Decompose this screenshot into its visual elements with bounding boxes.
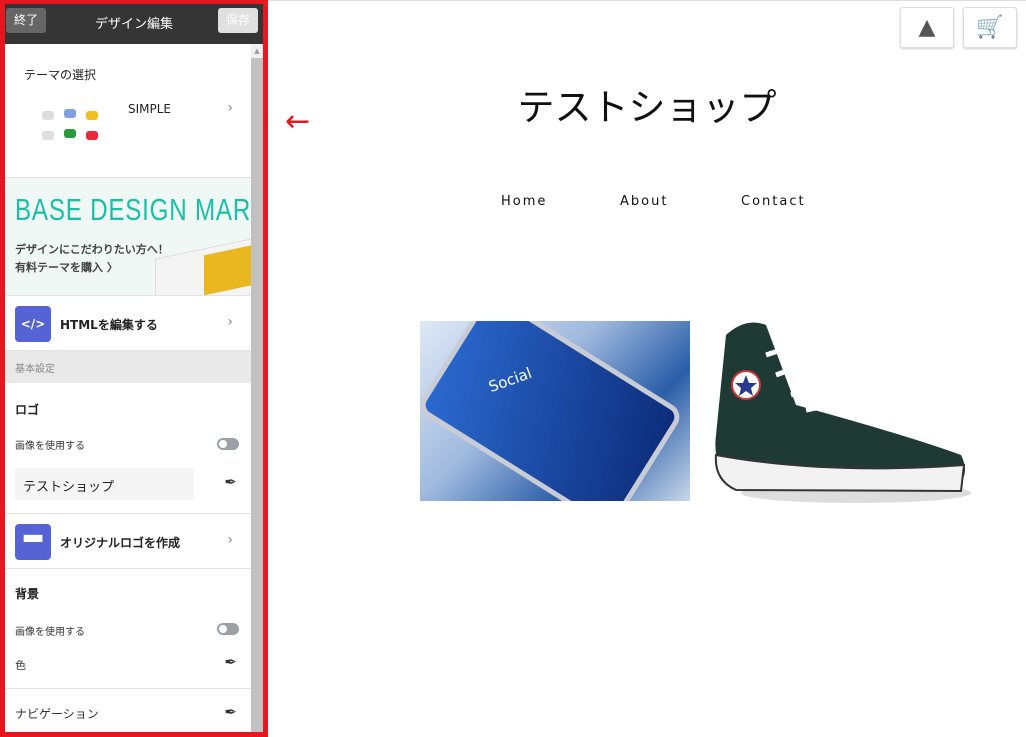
background-use-image-label: 画像を使用する bbox=[15, 627, 85, 638]
background-use-image-toggle[interactable] bbox=[217, 623, 239, 635]
nav-home[interactable]: Home bbox=[501, 194, 547, 209]
code-icon: </> bbox=[15, 306, 51, 342]
original-logo-label: オリジナルロゴを作成 bbox=[60, 536, 181, 550]
background-heading: 背景 bbox=[15, 587, 40, 601]
nav-about[interactable]: About bbox=[620, 194, 668, 209]
eyedropper-icon[interactable]: ✒ bbox=[224, 653, 237, 671]
navigation-heading: ナビゲーション bbox=[15, 707, 99, 721]
cart-icon: 🛒 bbox=[976, 15, 1004, 40]
original-logo-link[interactable]: ▀▀ オリジナルロゴを作成 › bbox=[5, 514, 251, 569]
nav-contact[interactable]: Contact bbox=[741, 194, 806, 209]
logo-use-image-toggle[interactable] bbox=[217, 438, 239, 450]
section-header: 基本設定 bbox=[5, 351, 251, 383]
background-color-label: 色 bbox=[15, 659, 26, 672]
chevron-right-icon: › bbox=[227, 532, 233, 548]
html-edit-label: HTMLを編集する bbox=[60, 318, 158, 332]
eyedropper-icon[interactable]: ✒ bbox=[224, 703, 237, 721]
logo-settings: ロゴ 画像を使用する テストショップ ✒ bbox=[5, 383, 251, 514]
html-edit-link[interactable]: </> HTMLを編集する › bbox=[5, 296, 251, 351]
eyedropper-icon[interactable]: ✒ bbox=[224, 473, 237, 491]
shop-title: テストショップ bbox=[517, 86, 777, 129]
tent-icon-button[interactable]: ▲ bbox=[900, 7, 954, 48]
banner-text: デザインにこだわりたい方へ！ bbox=[15, 243, 169, 256]
banner-title: BASE DESIGN MARKET bbox=[15, 192, 251, 227]
tent-icon: ▲ bbox=[918, 15, 936, 40]
panel-header: 終了 デザイン編集 保存 bbox=[5, 4, 263, 44]
banner-mockup-image bbox=[155, 233, 251, 295]
navigation-settings: ナビゲーション ✒ bbox=[5, 689, 251, 732]
product-image-phone[interactable]: Social bbox=[420, 321, 690, 501]
logo-text-input[interactable]: テストショップ bbox=[15, 468, 194, 500]
save-button[interactable]: 保存 bbox=[218, 8, 258, 33]
flag-icon: ▀▀ bbox=[15, 524, 51, 560]
banner-link[interactable]: 有料テーマを購入 〉 bbox=[15, 259, 118, 275]
scroll-up-icon[interactable]: ▲ bbox=[251, 44, 263, 58]
panel-scrollbar[interactable]: ▲ bbox=[251, 44, 263, 732]
chevron-right-icon: › bbox=[227, 100, 233, 116]
chevron-right-icon: › bbox=[227, 314, 233, 330]
theme-heading: テーマの選択 bbox=[24, 68, 97, 82]
background-settings: 背景 画像を使用する 色 ✒ bbox=[5, 569, 251, 689]
logo-heading: ロゴ bbox=[15, 403, 40, 417]
product-image-sneaker[interactable] bbox=[706, 315, 976, 510]
theme-name: SIMPLE bbox=[128, 102, 172, 116]
cart-button[interactable]: 🛒 bbox=[963, 7, 1017, 48]
theme-select[interactable]: テーマの選択 SIMPLE › bbox=[5, 44, 251, 178]
design-edit-panel: 終了 デザイン編集 保存 テーマの選択 SIMPLE › BASE DESIGN… bbox=[0, 0, 268, 737]
logo-use-image-label: 画像を使用する bbox=[15, 441, 85, 452]
design-market-banner[interactable]: BASE DESIGN MARKET デザインにこだわりたい方へ！ 有料テーマを… bbox=[5, 178, 251, 296]
theme-thumbnail bbox=[40, 97, 100, 157]
